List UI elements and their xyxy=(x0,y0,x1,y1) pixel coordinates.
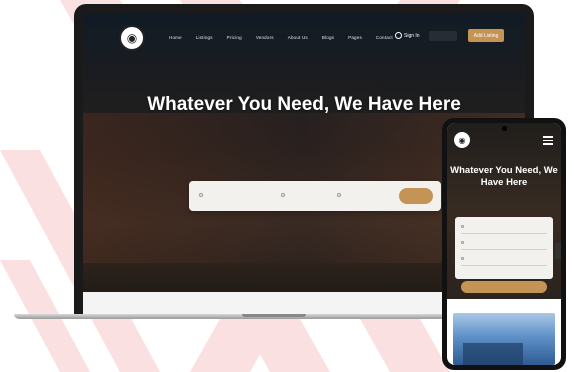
search-icon xyxy=(461,225,464,228)
nav-item-vendors[interactable]: Vendors xyxy=(256,35,274,40)
login-label: Sign In xyxy=(404,32,420,39)
city-skyline xyxy=(463,343,523,365)
nav-secondary-button[interactable] xyxy=(429,31,457,41)
search-icon xyxy=(199,193,203,197)
nav-item-contact[interactable]: Contact xyxy=(376,35,393,40)
phone-site-logo[interactable]: ◉ xyxy=(453,131,471,149)
phone-search-button[interactable] xyxy=(461,281,547,293)
hamburger-menu-icon[interactable] xyxy=(543,136,553,147)
nav-item-about[interactable]: About Us xyxy=(288,35,308,40)
search-bar xyxy=(189,181,441,211)
phone-listing-image xyxy=(453,313,555,365)
location-field[interactable] xyxy=(281,193,287,197)
phone-hero-title: Whatever You Need, We Have Here xyxy=(450,165,558,188)
nav-item-pages[interactable]: Pages xyxy=(348,35,362,40)
globe-icon: ◉ xyxy=(126,31,138,45)
laptop-notch xyxy=(242,314,306,317)
phone-screen: ◉ Whatever You Need, We Have Here xyxy=(447,123,561,365)
phone-search-form xyxy=(455,217,553,279)
divider xyxy=(461,233,547,234)
site-nav: ◉ Home Listings Pricing Vendors About Us… xyxy=(83,13,525,61)
nav-menu: Home Listings Pricing Vendors About Us B… xyxy=(169,35,393,40)
nav-item-blogs[interactable]: Blogs xyxy=(322,35,334,40)
add-listing-button[interactable]: Add Listing xyxy=(468,29,504,42)
nav-item-pricing[interactable]: Pricing xyxy=(227,35,242,40)
login-link[interactable]: Sign In xyxy=(395,32,420,39)
location-pin-icon xyxy=(281,193,285,197)
phone-mockup: ◉ Whatever You Need, We Have Here xyxy=(442,118,566,370)
category-icon xyxy=(461,257,464,260)
hero-title: Whatever You Need, We Have Here xyxy=(147,94,461,115)
nav-item-listings[interactable]: Listings xyxy=(196,35,213,40)
phone-camera xyxy=(502,126,507,131)
user-icon xyxy=(395,32,402,39)
nav-item-home[interactable]: Home xyxy=(169,35,182,40)
phone-keyword-field[interactable] xyxy=(461,225,464,228)
divider xyxy=(461,265,547,266)
phone-location-field[interactable] xyxy=(461,241,464,244)
location-pin-icon xyxy=(461,241,464,244)
keyword-field[interactable] xyxy=(199,193,205,197)
category-icon xyxy=(337,193,341,197)
site-logo[interactable]: ◉ xyxy=(119,25,145,51)
category-field[interactable] xyxy=(337,193,343,197)
phone-category-field[interactable] xyxy=(461,257,464,260)
phone-side-widget[interactable] xyxy=(555,243,561,259)
globe-icon: ◉ xyxy=(458,135,466,145)
divider xyxy=(461,249,547,250)
search-button[interactable] xyxy=(399,188,433,204)
